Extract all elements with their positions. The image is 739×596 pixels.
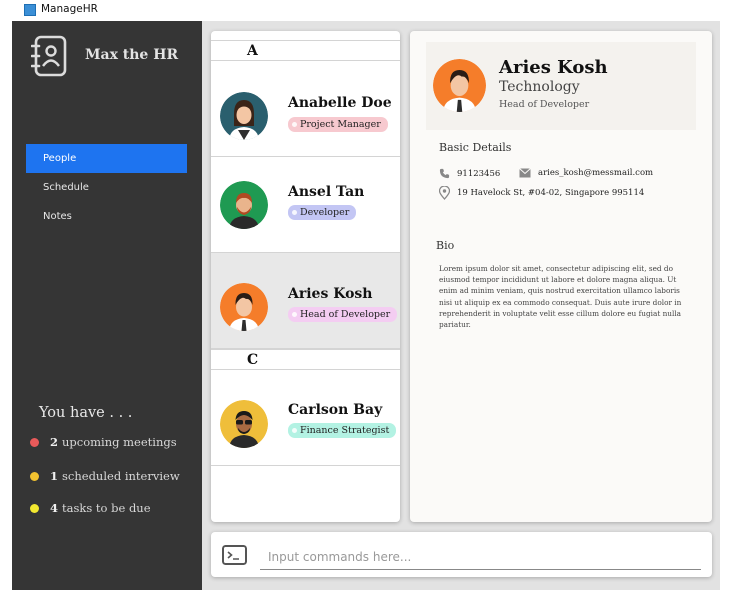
reminder-count: 4 [50,501,59,515]
section-header-a: A [211,40,400,61]
contact-card-aries[interactable]: Aries Kosh Head of Developer [211,253,400,349]
status-dot [30,437,39,447]
phone-row: 91123456 [439,168,500,179]
contact-name: Anabelle Doe [288,95,392,111]
contact-name: Carlson Bay [288,402,383,418]
reminder-tasks: 4 tasks to be due [30,500,151,516]
command-bar [211,532,712,577]
role-tag: Developer [288,205,357,220]
avatar [220,92,268,140]
email-address: aries_kosh@messmail.com [538,168,654,178]
profile-role: Head of Developer [499,99,590,110]
basic-details-title: Basic Details [439,141,512,154]
nav-notes[interactable]: Notes [26,202,187,231]
window-title: ManageHR [41,3,98,15]
terminal-icon [222,545,247,565]
profile-department: Technology [499,79,580,95]
mail-icon [519,168,531,178]
contact-name: Ansel Tan [288,184,365,200]
role-tag: Project Manager [288,117,388,132]
brand-name: Max the HR [85,47,179,63]
reminder-text: tasks to be due [62,501,151,515]
bio-text: Lorem ipsum dolor sit amet, consectetur … [439,264,682,330]
role-tag: Head of Developer [288,307,398,322]
contact-name: Aries Kosh [288,286,373,302]
reminder-interview: 1 scheduled interview [30,468,180,484]
profile-avatar [433,59,486,112]
nav-people[interactable]: People [26,144,187,173]
title-bar: ManageHR [0,0,739,20]
profile-name: Aries Kosh [499,57,608,78]
address-row: 19 Havelock St, #04-02, Singapore 995114 [439,186,644,200]
bio-title: Bio [436,239,455,252]
email-row: aries_kosh@messmail.com [519,168,653,178]
section-header-c: C [211,349,400,370]
sidebar: Max the HR People Schedule Notes You hav… [12,21,202,590]
contact-card-carlson[interactable]: Carlson Bay Finance Strategist [211,370,400,466]
role-tag: Finance Strategist [288,423,397,438]
contact-list[interactable]: A Anabelle Doe Project Manager Ansel Tan… [211,31,400,522]
contact-card-ansel[interactable]: Ansel Tan Developer [211,157,400,253]
location-pin-icon [439,186,450,200]
reminder-meetings: 2 upcoming meetings [30,434,177,450]
reminder-text: upcoming meetings [62,435,177,449]
avatar [220,181,268,229]
avatar [220,283,268,331]
reminder-text: scheduled interview [62,469,180,483]
command-input[interactable] [260,544,701,570]
reminder-count: 2 [50,435,59,449]
reminder-count: 1 [50,469,59,483]
app-window-icon [24,4,36,16]
contact-detail: Aries Kosh Technology Head of Developer … [410,31,712,522]
summary-title: You have . . . [39,405,133,421]
status-dot [30,503,39,513]
phone-icon [439,168,450,179]
status-dot [30,471,39,481]
phone-number: 91123456 [457,168,501,179]
nav-schedule[interactable]: Schedule [26,173,187,202]
address-book-icon [31,35,67,77]
contact-card-anabelle[interactable]: Anabelle Doe Project Manager [211,61,400,157]
street-address: 19 Havelock St, #04-02, Singapore 995114 [457,188,645,198]
avatar [220,400,268,448]
